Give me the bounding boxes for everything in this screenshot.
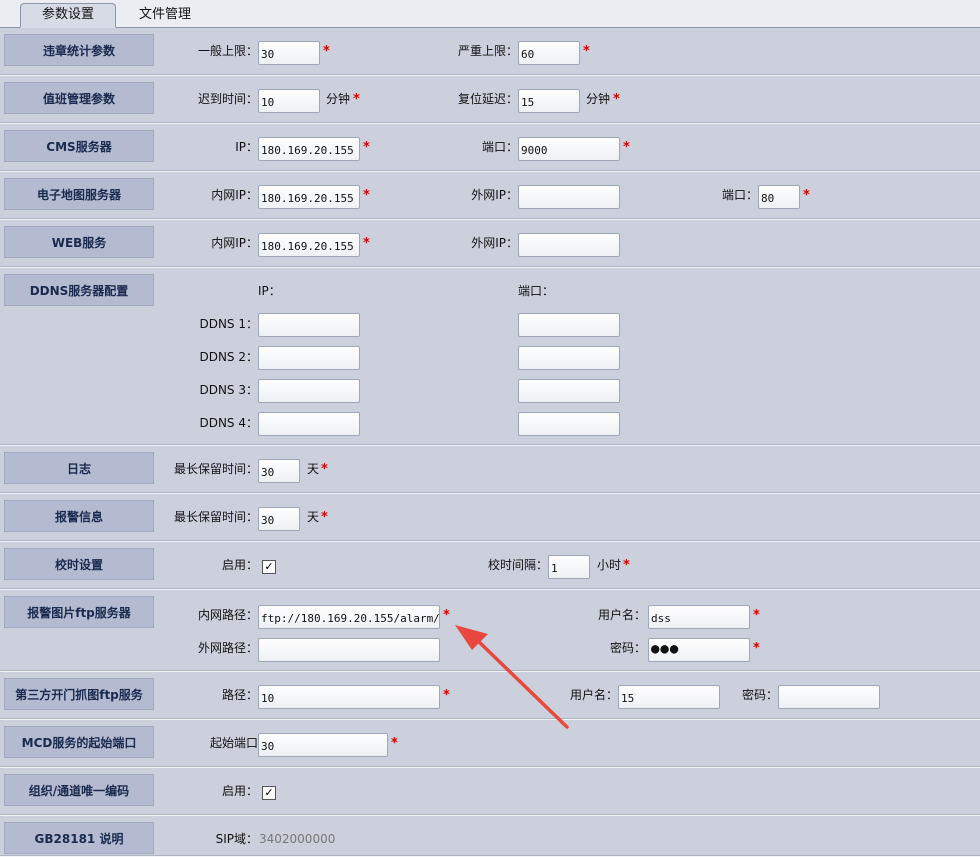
annotation-arrow-icon bbox=[455, 625, 569, 729]
